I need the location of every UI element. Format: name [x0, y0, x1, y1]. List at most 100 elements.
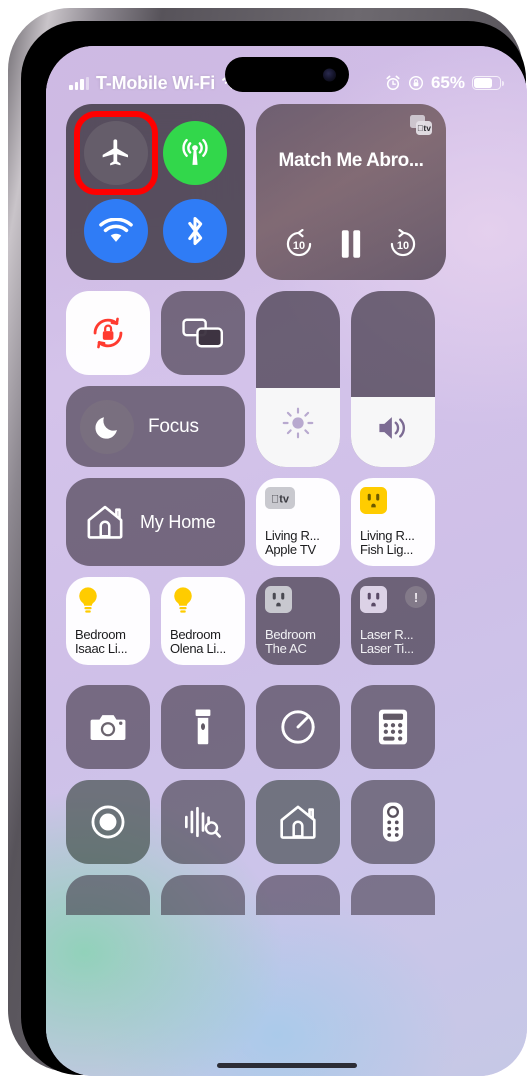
- screen-mirroring-button[interactable]: [161, 291, 245, 375]
- cc-row-display-controls: Focus: [66, 291, 507, 467]
- remote-icon: [382, 802, 404, 842]
- apple-tv-remote-button[interactable]: [351, 780, 435, 864]
- skip-forward-10-icon[interactable]: 10: [388, 229, 418, 259]
- record-icon: [91, 805, 125, 839]
- media-title: Match Me Abro...: [278, 150, 424, 171]
- house-icon: [280, 805, 316, 839]
- partial-button[interactable]: [351, 875, 435, 915]
- accessory-living-room-fish-light[interactable]: Living R... Fish Lig...: [351, 478, 435, 566]
- camera-icon: [90, 715, 126, 740]
- svg-text:tv: tv: [271, 493, 290, 505]
- alarm-clock-icon: [385, 75, 401, 91]
- focus-label: Focus: [148, 415, 199, 437]
- home-indicator[interactable]: [216, 1063, 357, 1068]
- accessory-icon-row: [360, 487, 427, 514]
- media-player-module[interactable]: tv Match Me Abro... 10: [256, 104, 446, 280]
- camera-button[interactable]: [66, 685, 150, 769]
- control-center: tv Match Me Abro... 10: [46, 104, 527, 1076]
- accessory-label: Living R... Apple TV: [265, 527, 320, 558]
- shazam-waveform-icon: [185, 806, 222, 838]
- accessory-bedroom-the-ac[interactable]: Bedroom The AC: [256, 577, 340, 665]
- phone-frame: T-Mobile Wi-Fi 65% tv Match Me Abro... 1…: [8, 8, 527, 1076]
- accessory-icon-row: [170, 586, 237, 616]
- partial-button[interactable]: [256, 875, 340, 915]
- cc-row-utilities-partial: [66, 875, 507, 915]
- lightbulb-icon: [170, 586, 196, 616]
- speaker-icon: [379, 416, 405, 439]
- calculator-icon: [378, 709, 408, 745]
- apple-tv-app-icon: tv: [408, 114, 434, 138]
- dynamic-island: [224, 57, 349, 92]
- my-home-button[interactable]: My Home: [66, 478, 245, 566]
- my-home-label: My Home: [140, 511, 216, 532]
- cellular-data-button[interactable]: [163, 121, 228, 185]
- flashlight-button[interactable]: [161, 685, 245, 769]
- accessory-alert-badge: !: [405, 586, 427, 608]
- cellular-antenna-icon: [182, 138, 208, 165]
- phone-bezel: T-Mobile Wi-Fi 65% tv Match Me Abro... 1…: [21, 21, 527, 1076]
- cellular-bars-icon: [69, 76, 89, 90]
- svg-text:10: 10: [293, 240, 305, 252]
- rotation-lock-icon: [93, 317, 123, 349]
- bluetooth-icon: [188, 216, 203, 246]
- accessory-bedroom-isaac-light[interactable]: Bedroom Isaac Li...: [66, 577, 150, 665]
- partial-button[interactable]: [66, 875, 150, 915]
- accessory-laser-room-laser-timer[interactable]: ! Laser R... Laser Ti...: [351, 577, 435, 665]
- connectivity-module: [66, 104, 245, 280]
- accessory-label: Bedroom Olena Li...: [170, 626, 226, 657]
- toggles-pair: [66, 291, 245, 375]
- accessory-living-room-apple-tv[interactable]: tv Living R... Apple TV: [256, 478, 340, 566]
- house-icon: [86, 504, 124, 540]
- status-bar-left: T-Mobile Wi-Fi: [69, 73, 241, 94]
- brightness-slider-fill: [256, 387, 340, 467]
- cc-row-home: My Home tv Living R...: [66, 478, 507, 566]
- accessory-icon-row: [265, 586, 332, 613]
- accessory-label: Laser R... Laser Ti...: [360, 626, 414, 657]
- lightbulb-icon: [75, 586, 101, 616]
- cc-row-accessories: Bedroom Isaac Li... Bedroom Olena Li... …: [66, 577, 507, 665]
- home-app-button[interactable]: [256, 780, 340, 864]
- volume-slider-fill: [351, 396, 435, 467]
- focus-button[interactable]: Focus: [66, 386, 245, 467]
- screen-recording-button[interactable]: [66, 780, 150, 864]
- wifi-icon: [98, 217, 133, 242]
- outlet-icon: [360, 586, 387, 613]
- front-camera-icon: [322, 68, 336, 81]
- outlet-icon: [360, 487, 387, 514]
- volume-slider[interactable]: [351, 291, 435, 467]
- accessory-icon-row: !: [360, 586, 427, 613]
- accessory-label: Bedroom The AC: [265, 626, 316, 657]
- bluetooth-button[interactable]: [163, 199, 228, 263]
- calculator-button[interactable]: [351, 685, 435, 769]
- timer-button[interactable]: [256, 685, 340, 769]
- rotation-lock-icon: [408, 75, 424, 91]
- status-bar-right: 65%: [385, 73, 504, 93]
- partial-button[interactable]: [161, 875, 245, 915]
- display-controls-left: Focus: [66, 291, 245, 467]
- airplane-icon: [102, 139, 128, 166]
- accessory-label: Bedroom Isaac Li...: [75, 626, 128, 657]
- wifi-button[interactable]: [83, 199, 148, 263]
- skip-back-10-icon[interactable]: 10: [284, 229, 314, 259]
- brightness-slider[interactable]: [256, 291, 340, 467]
- cc-row-utilities-1: [66, 685, 507, 769]
- media-controls: 10 10: [270, 228, 432, 260]
- cc-row-connectivity-media: tv Match Me Abro... 10: [66, 104, 507, 280]
- battery-icon: [472, 76, 504, 90]
- screen-mirroring-icon: [182, 318, 224, 348]
- pause-icon[interactable]: [338, 228, 364, 260]
- brightness-icon: [282, 408, 314, 439]
- accessory-bedroom-olena-light[interactable]: Bedroom Olena Li...: [161, 577, 245, 665]
- moon-icon: [80, 399, 134, 454]
- battery-percent-label: 65%: [430, 73, 465, 92]
- rotation-lock-button[interactable]: [66, 291, 150, 375]
- cc-row-utilities-2: [66, 780, 507, 864]
- airplane-mode-button[interactable]: [83, 121, 148, 185]
- flashlight-icon: [195, 709, 211, 745]
- apple-tv-icon: tv: [265, 487, 295, 511]
- carrier-label: T-Mobile Wi-Fi: [96, 72, 216, 93]
- music-recognition-button[interactable]: [161, 780, 245, 864]
- accessory-icon-row: [75, 586, 142, 616]
- outlet-icon: [265, 586, 292, 613]
- phone-screen: T-Mobile Wi-Fi 65% tv Match Me Abro... 1…: [46, 46, 527, 1076]
